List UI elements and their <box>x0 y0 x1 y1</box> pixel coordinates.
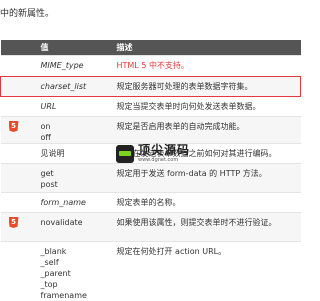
value-item: on <box>41 121 111 132</box>
row-description: 规定是否启用表单的自动完成功能。 <box>111 117 301 144</box>
row-icon-cell <box>1 97 35 117</box>
html5-icon: 5 <box>9 217 19 228</box>
html5-icon: 5 <box>9 121 19 132</box>
row-value: URL <box>35 97 111 117</box>
watermark: 顶尖源码 www.dgnet.com <box>116 141 226 167</box>
row-icon-cell <box>1 77 35 97</box>
row-icon-cell: 5 <box>1 117 35 144</box>
value-item: post <box>41 179 111 190</box>
value-item: _parent <box>41 268 111 279</box>
table-row: form_name规定表单的名称。 <box>1 193 301 213</box>
value-item: URL <box>41 101 111 112</box>
row-icon-cell <box>1 164 35 193</box>
header-description: 描述 <box>111 40 301 56</box>
header-value: 值 <box>35 40 111 56</box>
value-item: form_name <box>41 197 111 208</box>
value-item: 见说明 <box>41 148 111 159</box>
row-description: 规定服务器可处理的表单数据字符集。 <box>111 77 301 97</box>
table-row: getpost规定用于发送 form-data 的 HTTP 方法。 <box>1 164 301 193</box>
row-description: 规定表单的名称。 <box>111 193 301 213</box>
row-description: 规定在何处打开 action URL。 <box>111 242 301 301</box>
row-icon-cell: 5 <box>1 213 35 242</box>
row-value: 见说明 <box>35 144 111 164</box>
row-value: form_name <box>35 193 111 213</box>
watermark-title: 顶尖源码 <box>138 144 190 157</box>
row-description: HTML 5 中不支持。 <box>111 56 301 77</box>
table-row: charset_list规定服务器可处理的表单数据字符集。 <box>1 77 301 97</box>
value-item: framename <box>41 290 111 301</box>
watermark-url: www.dgnet.com <box>138 157 190 164</box>
value-item: get <box>41 168 111 179</box>
row-value: _blank_self_parent_topframename <box>35 242 111 301</box>
row-icon-cell <box>1 242 35 301</box>
row-icon-cell <box>1 193 35 213</box>
value-item: off <box>41 132 111 143</box>
value-item: charset_list <box>41 81 111 92</box>
value-item: novalidate <box>41 217 111 228</box>
row-description: 规定用于发送 form-data 的 HTTP 方法。 <box>111 164 301 193</box>
value-item: _self <box>41 257 111 268</box>
attribute-table: 值 描述 MIME_typeHTML 5 中不支持。charset_list规定… <box>0 40 301 301</box>
row-value: charset_list <box>35 77 111 97</box>
table-row: 5 onoff规定是否启用表单的自动完成功能。 <box>1 117 301 144</box>
intro-text: 中的新属性。 <box>0 6 54 19</box>
row-icon-cell <box>1 56 35 77</box>
table-header-row: 值 描述 <box>1 40 301 56</box>
row-description: 如果使用该属性，则提交表单时不进行验证。 <box>111 213 301 242</box>
row-value: getpost <box>35 164 111 193</box>
value-item: _top <box>41 279 111 290</box>
row-value: novalidate <box>35 213 111 242</box>
row-value: onoff <box>35 117 111 144</box>
table-row: URL规定当提交表单时向何处发送表单数据。 <box>1 97 301 117</box>
value-item: _blank <box>41 246 111 257</box>
row-description: 规定当提交表单时向何处发送表单数据。 <box>111 97 301 117</box>
header-blank <box>1 40 35 56</box>
row-value: MIME_type <box>35 56 111 77</box>
table-row: 5 novalidate如果使用该属性，则提交表单时不进行验证。 <box>1 213 301 242</box>
table-row: _blank_self_parent_topframename规定在何处打开 a… <box>1 242 301 301</box>
value-item: MIME_type <box>41 60 111 71</box>
table-row: MIME_typeHTML 5 中不支持。 <box>1 56 301 77</box>
watermark-logo-icon <box>116 145 134 163</box>
row-icon-cell <box>1 144 35 164</box>
